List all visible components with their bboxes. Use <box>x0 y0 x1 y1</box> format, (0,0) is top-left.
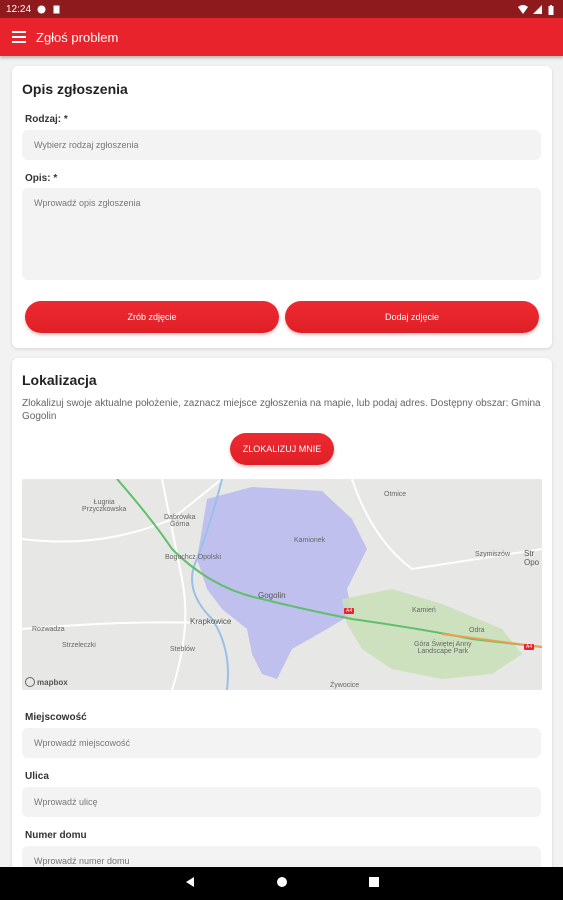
type-label: Rodzaj: * <box>25 114 68 125</box>
description-label: Opis: * <box>25 173 58 184</box>
city-label: Miejscowość <box>25 712 87 723</box>
card-title: Opis zgłoszenia <box>22 81 128 97</box>
map-view[interactable]: Ługnia Przyczkowska Dąbrówka Górna Otmic… <box>22 479 542 690</box>
status-bar: 12:24 <box>0 0 563 18</box>
street-label: Ulica <box>25 771 49 782</box>
status-time: 12:24 <box>6 3 32 15</box>
type-select[interactable]: Wybierz rodzaj zgłoszenia <box>22 130 541 160</box>
map-label: Rozwadza <box>32 626 65 633</box>
map-label: Boguchcz Opolski <box>165 554 222 561</box>
map-label: Góra Świętej Anny Landscape Park <box>414 641 472 655</box>
map-label: Odra <box>469 627 485 634</box>
add-photo-button[interactable]: Dodaj zdjęcie <box>285 301 539 333</box>
file-icon <box>52 5 61 14</box>
app-title: Zgłoś problem <box>36 29 119 45</box>
system-nav-bar <box>0 867 563 900</box>
map-label: Kamionek <box>294 537 326 544</box>
map-label: Str Opo <box>524 549 540 567</box>
map-label: Steblów <box>170 646 195 653</box>
back-icon[interactable] <box>184 875 196 893</box>
wifi-icon <box>518 4 528 14</box>
road-badge: A4 <box>524 644 535 650</box>
report-description-card: Opis zgłoszenia Rodzaj: * Wybierz rodzaj… <box>12 66 552 348</box>
home-icon[interactable] <box>276 875 288 893</box>
mapbox-icon <box>25 677 35 687</box>
map-label: Szymiszów <box>475 551 511 558</box>
street-input[interactable]: Wprowadź ulicę <box>22 787 541 817</box>
card-title: Lokalizacja <box>22 372 97 388</box>
location-description: Zlokalizuj swoje aktualne położenie, zaz… <box>22 398 541 422</box>
menu-icon[interactable] <box>12 31 26 43</box>
battery-icon <box>548 4 557 15</box>
map-label: Gogolin <box>258 591 286 600</box>
location-card: Lokalizacja Zlokalizuj swoje aktualne po… <box>12 358 552 878</box>
mapbox-logo: mapbox <box>25 677 68 687</box>
house-number-label: Numer domu <box>25 830 87 841</box>
map-label: Ługnia Przyczkowska <box>82 499 127 513</box>
map-label: Strzeleczki <box>62 642 96 649</box>
map-label: Kamień <box>412 607 436 614</box>
map-label: Żywocice <box>330 682 360 689</box>
recents-icon[interactable] <box>368 875 380 893</box>
signal-icon <box>533 4 542 14</box>
description-textarea[interactable]: Wprowadź opis zgłoszenia <box>22 188 541 280</box>
notification-icon <box>37 5 46 14</box>
locate-me-button[interactable]: ZLOKALIZUJ MNIE <box>230 433 334 465</box>
road-badge: A4 <box>344 608 355 614</box>
map-label: Krapkowice <box>190 617 232 626</box>
city-input[interactable]: Wprowadź miejscowość <box>22 728 541 758</box>
app-bar: Zgłoś problem <box>0 18 563 56</box>
take-photo-button[interactable]: Zrób zdjęcie <box>25 301 279 333</box>
map-label: Otmice <box>384 491 407 498</box>
map-label: Dąbrówka Górna <box>164 514 196 528</box>
